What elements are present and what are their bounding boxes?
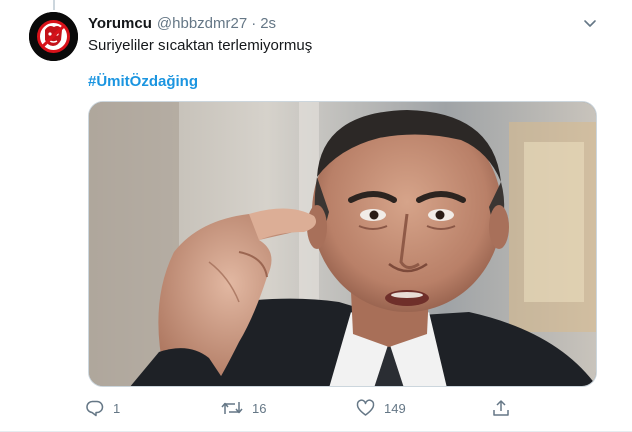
tweet-header: Yorumcu @hbbzdmr27 · 2s bbox=[88, 12, 276, 34]
reply-count: 1 bbox=[113, 400, 121, 416]
tweet-card[interactable]: Yorumcu @hbbzdmr27 · 2s Suriyeliler sıca… bbox=[0, 0, 632, 432]
reply-icon bbox=[86, 400, 104, 417]
thread-connector-line bbox=[53, 0, 55, 10]
heart-icon bbox=[356, 399, 375, 416]
retweet-button[interactable]: 16 bbox=[221, 396, 266, 420]
share-icon bbox=[493, 400, 509, 416]
more-options-button[interactable] bbox=[579, 12, 601, 34]
like-count: 149 bbox=[384, 400, 406, 416]
chevron-down-icon bbox=[584, 20, 596, 27]
hashtag-link[interactable]: #ÜmitÖzdağing bbox=[88, 72, 198, 92]
author-handle[interactable]: @hbbzdmr27 bbox=[157, 15, 247, 32]
share-button[interactable] bbox=[492, 396, 510, 420]
like-button[interactable]: 149 bbox=[356, 396, 406, 420]
tweet-actions-bar: 1 16 149 bbox=[86, 396, 526, 420]
separator-dot: · bbox=[251, 14, 257, 32]
reply-button[interactable]: 1 bbox=[86, 396, 120, 420]
tweet-text: Suriyeliler sıcaktan terlemiyormuş bbox=[88, 37, 313, 54]
author-name[interactable]: Yorumcu bbox=[88, 15, 152, 32]
avatar-logo-icon bbox=[29, 12, 78, 61]
avatar[interactable] bbox=[29, 12, 78, 61]
photo-image bbox=[89, 102, 596, 386]
tweet-photo[interactable] bbox=[88, 101, 597, 387]
tweet-timestamp[interactable]: 2s bbox=[260, 15, 276, 32]
retweet-count: 16 bbox=[252, 400, 267, 416]
retweet-icon bbox=[221, 402, 243, 414]
